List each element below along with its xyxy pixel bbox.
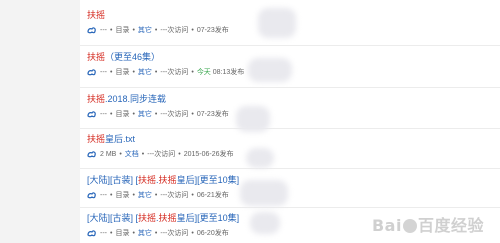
meta-separator: •	[154, 111, 158, 118]
title-text: [大陆][古装] [	[87, 213, 139, 223]
cloud-share-icon	[87, 151, 96, 158]
meta-separator: •	[132, 111, 135, 118]
meta-field: ---	[100, 230, 107, 237]
result-title-link[interactable]: 扶摇皇后.txt	[87, 134, 487, 145]
meta-separator: •	[191, 27, 194, 34]
result-meta: 2 MB • 文档 • ---次访问 • 2015-06-26发布	[87, 150, 487, 159]
watermark-suffix: 经验	[450, 216, 484, 235]
meta-field: ---次访问	[160, 192, 189, 199]
title-text: .2018.同步连载	[105, 94, 167, 104]
meta-field: 目录	[115, 111, 130, 118]
meta-field: 07-23发布	[196, 27, 229, 34]
title-keyword: 扶摇	[87, 52, 106, 62]
meta-field: ---次访问	[160, 27, 189, 34]
meta-separator: •	[154, 27, 158, 34]
category-link[interactable]: 其它	[138, 69, 152, 76]
meta-separator: •	[191, 192, 194, 199]
result-divider	[80, 207, 500, 208]
title-keyword: 扶摇	[138, 213, 157, 223]
meta-separator: •	[141, 151, 145, 158]
category-link[interactable]: 其它	[138, 192, 152, 199]
meta-field: 2015-06-26发布	[183, 151, 234, 158]
meta-field: 目录	[115, 69, 130, 76]
meta-field: 2 MB	[100, 151, 117, 158]
meta-field: 08:13发布	[212, 69, 245, 76]
title-keyword: 扶摇	[158, 213, 177, 223]
result-item: 扶摇皇后.txt 2 MB • 文档 • ---次访问 • 2015-06-26发布	[87, 134, 487, 159]
meta-field: ---	[100, 192, 107, 199]
redaction-blob	[258, 8, 296, 38]
meta-field: ---	[100, 27, 107, 34]
meta-separator: •	[110, 230, 113, 237]
category-link[interactable]: 其它	[138, 111, 152, 118]
meta-field: ---次访问	[160, 230, 189, 237]
cloud-share-icon	[87, 192, 96, 199]
meta-separator: •	[191, 230, 194, 237]
cloud-share-icon	[87, 27, 96, 34]
meta-separator: •	[154, 230, 158, 237]
category-link[interactable]: 其它	[138, 27, 152, 34]
meta-field: 目录	[115, 230, 130, 237]
meta-separator: •	[132, 192, 135, 199]
meta-separator: •	[191, 69, 194, 76]
redaction-blob	[236, 106, 270, 132]
result-divider	[80, 168, 500, 169]
meta-field: 今天	[196, 69, 211, 76]
meta-field: ---	[100, 111, 107, 118]
left-gutter	[0, 0, 80, 243]
meta-field: 06-21发布	[196, 192, 229, 199]
redaction-blob	[240, 180, 288, 206]
meta-separator: •	[154, 192, 158, 199]
redaction-blob	[250, 212, 280, 234]
meta-field: 目录	[115, 192, 130, 199]
title-text: 皇后.txt	[105, 134, 136, 144]
baidu-watermark: Bai 百度经验	[372, 212, 484, 236]
meta-field: ---	[100, 69, 107, 76]
redaction-blob	[246, 148, 274, 168]
category-link[interactable]: 其它	[138, 230, 152, 237]
watermark-brand-b: 百度	[417, 216, 451, 235]
meta-separator: •	[191, 111, 194, 118]
meta-separator: •	[119, 151, 122, 158]
meta-separator: •	[178, 151, 181, 158]
result-title-link[interactable]: [大陆][古装] [扶摇.扶摇皇后][更至10集]	[87, 175, 487, 186]
result-divider	[80, 128, 500, 129]
result-item: 扶摇.2018.同步连载 --- • 目录 • 其它 • ---次访问 • 07-23发布	[87, 94, 487, 119]
title-keyword: 扶摇	[158, 175, 177, 185]
meta-separator: •	[132, 27, 135, 34]
meta-field: 06-20发布	[196, 230, 229, 237]
title-text: （更至46集）	[105, 52, 161, 62]
meta-separator: •	[110, 111, 113, 118]
meta-separator: •	[132, 230, 135, 237]
title-text: [大陆][古装] [	[87, 175, 139, 185]
title-keyword: 扶摇	[87, 10, 106, 20]
result-title-link[interactable]: 扶摇.2018.同步连载	[87, 94, 487, 105]
result-divider	[80, 45, 500, 46]
redaction-blob	[248, 58, 292, 82]
title-text: 皇后][更至10集]	[176, 213, 240, 223]
cloud-share-icon	[87, 230, 96, 237]
meta-separator: •	[110, 192, 113, 199]
watermark-brand-a: Bai	[371, 216, 402, 235]
meta-separator: •	[154, 69, 158, 76]
meta-field: ---次访问	[160, 111, 189, 118]
title-keyword: 扶摇	[138, 175, 157, 185]
meta-field: ---次访问	[147, 151, 176, 158]
result-divider	[80, 87, 500, 88]
result-meta: --- • 目录 • 其它 • ---次访问 • 07-23发布	[87, 110, 487, 119]
title-keyword: 扶摇	[87, 94, 106, 104]
meta-field: 目录	[115, 27, 130, 34]
meta-separator: •	[132, 69, 135, 76]
paw-icon	[402, 219, 417, 233]
meta-field: ---次访问	[160, 69, 189, 76]
meta-separator: •	[110, 69, 113, 76]
cloud-share-icon	[87, 69, 96, 76]
cloud-share-icon	[87, 111, 96, 118]
title-text: 皇后][更至10集]	[176, 175, 240, 185]
title-keyword: 扶摇	[87, 134, 106, 144]
meta-separator: •	[110, 27, 113, 34]
meta-field: 07-23发布	[196, 111, 229, 118]
category-link[interactable]: 文档	[125, 151, 139, 158]
